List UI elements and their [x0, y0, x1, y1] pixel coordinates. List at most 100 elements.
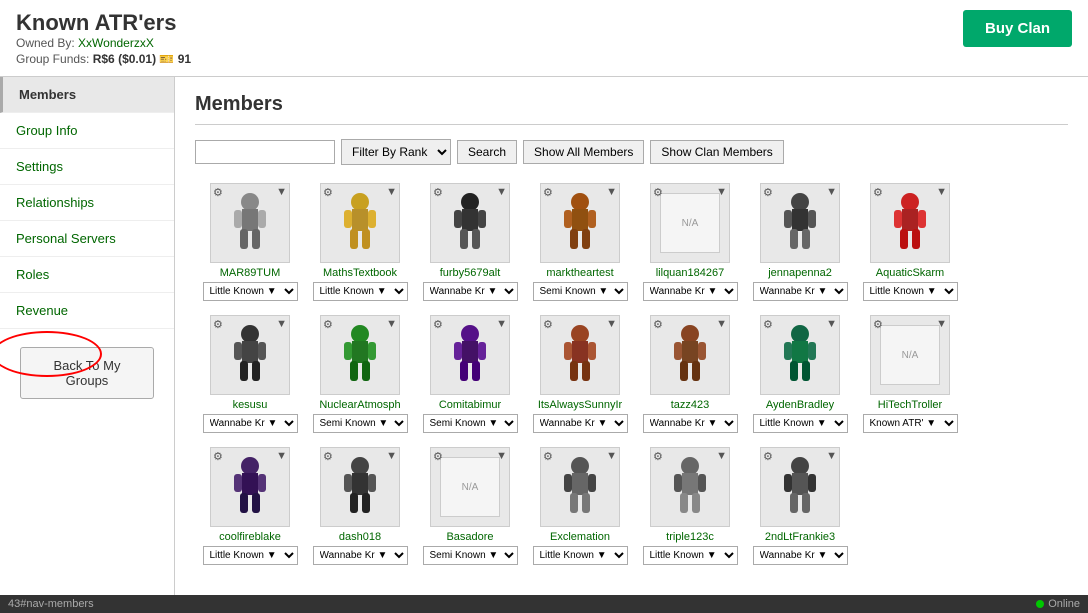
gear-icon[interactable]: ⚙ — [213, 450, 223, 463]
sidebar-item-relationships[interactable]: Relationships — [0, 185, 174, 221]
arrow-icon[interactable]: ▼ — [386, 318, 397, 330]
gear-icon[interactable]: ⚙ — [543, 186, 553, 199]
gear-icon[interactable]: ⚙ — [873, 318, 883, 331]
member-rank-select[interactable]: Little Known ▼ Wannabe Kr ▼ Semi Known ▼… — [753, 414, 848, 433]
member-name[interactable]: triple123c — [666, 531, 714, 543]
member-rank-select[interactable]: Little Known ▼ Wannabe Kr ▼ Semi Known ▼… — [423, 546, 518, 565]
gear-icon[interactable]: ⚙ — [873, 186, 883, 199]
member-name[interactable]: marktheartest — [546, 267, 613, 279]
gear-icon[interactable]: ⚙ — [323, 450, 333, 463]
member-rank-select[interactable]: Little Known ▼ Wannabe Kr ▼ Semi Known ▼… — [533, 546, 628, 565]
buy-clan-button[interactable]: Buy Clan — [963, 10, 1072, 47]
gear-icon[interactable]: ⚙ — [433, 186, 443, 199]
member-name[interactable]: lilquan184267 — [656, 267, 725, 279]
arrow-icon[interactable]: ▼ — [386, 450, 397, 462]
arrow-icon[interactable]: ▼ — [826, 318, 837, 330]
member-name[interactable]: MAR89TUM — [220, 267, 281, 279]
member-card: ⚙ ▼ ItsAlwaysSunnyIr Little Known ▼ Wann… — [525, 315, 635, 433]
arrow-icon[interactable]: ▼ — [716, 450, 727, 462]
avatar — [330, 188, 390, 258]
member-rank-select[interactable]: Little Known ▼ Wannabe Kr ▼ Semi Known ▼… — [863, 282, 958, 301]
member-name[interactable]: Comitabimur — [439, 399, 501, 411]
gear-icon[interactable]: ⚙ — [543, 450, 553, 463]
sidebar-item-roles[interactable]: Roles — [0, 257, 174, 293]
member-rank-select[interactable]: Little Known ▼ Wannabe Kr ▼ Semi Known ▼… — [533, 414, 628, 433]
arrow-icon[interactable]: ▼ — [826, 450, 837, 462]
gear-icon[interactable]: ⚙ — [653, 318, 663, 331]
gear-icon[interactable]: ⚙ — [323, 186, 333, 199]
arrow-icon[interactable]: ▼ — [826, 186, 837, 198]
member-name[interactable]: MathsTextbook — [323, 267, 397, 279]
member-rank-select[interactable]: Little Known ▼ Wannabe Kr ▼ Semi Known ▼… — [753, 546, 848, 565]
sidebar-item-group-info[interactable]: Group Info — [0, 113, 174, 149]
member-name[interactable]: Exclemation — [550, 531, 610, 543]
gear-icon[interactable]: ⚙ — [653, 186, 663, 199]
show-clan-members-button[interactable]: Show Clan Members — [650, 140, 783, 164]
gear-icon[interactable]: ⚙ — [763, 450, 773, 463]
gear-icon[interactable]: ⚙ — [763, 186, 773, 199]
member-name[interactable]: 2ndLtFrankie3 — [765, 531, 835, 543]
arrow-icon[interactable]: ▼ — [936, 318, 947, 330]
arrow-icon[interactable]: ▼ — [496, 318, 507, 330]
avatar-box: ⚙ ▼ — [540, 315, 620, 395]
member-name[interactable]: coolfireblake — [219, 531, 281, 543]
member-name[interactable]: Basadore — [446, 531, 493, 543]
arrow-icon[interactable]: ▼ — [716, 186, 727, 198]
member-rank-select[interactable]: Little Known ▼ Wannabe Kr ▼ Semi Known ▼… — [863, 414, 958, 433]
avatar — [550, 320, 610, 390]
member-rank-select[interactable]: Little Known ▼ Wannabe Kr ▼ Semi Known ▼… — [423, 282, 518, 301]
arrow-icon[interactable]: ▼ — [276, 186, 287, 198]
member-rank-select[interactable]: Little Known ▼ Wannabe Kr ▼ Semi Known ▼… — [643, 282, 738, 301]
arrow-icon[interactable]: ▼ — [606, 450, 617, 462]
member-rank-select[interactable]: Little Known ▼ Wannabe Kr ▼ Semi Known ▼… — [753, 282, 848, 301]
member-rank-select[interactable]: Little Known ▼ Wannabe Kr ▼ Semi Known ▼… — [643, 546, 738, 565]
member-name[interactable]: NuclearAtmosph — [319, 399, 400, 411]
member-name[interactable]: dash018 — [339, 531, 381, 543]
member-name[interactable]: tazz423 — [671, 399, 710, 411]
gear-icon[interactable]: ⚙ — [433, 450, 443, 463]
gear-icon[interactable]: ⚙ — [543, 318, 553, 331]
gear-icon[interactable]: ⚙ — [433, 318, 443, 331]
arrow-icon[interactable]: ▼ — [606, 318, 617, 330]
member-name[interactable]: AydenBradley — [766, 399, 834, 411]
rank-filter-select[interactable]: Filter By Rank Little Known Wannabe Kr S… — [341, 139, 451, 165]
member-rank-select[interactable]: Little Known ▼ Wannabe Kr ▼ Semi Known ▼… — [313, 546, 408, 565]
back-to-groups-button[interactable]: Back To My Groups — [20, 347, 154, 399]
sidebar-item-settings[interactable]: Settings — [0, 149, 174, 185]
gear-icon[interactable]: ⚙ — [763, 318, 773, 331]
member-name[interactable]: ItsAlwaysSunnyIr — [538, 399, 622, 411]
arrow-icon[interactable]: ▼ — [496, 450, 507, 462]
member-rank-select[interactable]: Little Known ▼ Wannabe Kr ▼ Semi Known ▼… — [643, 414, 738, 433]
member-rank-select[interactable]: Little Known ▼ Wannabe Kr ▼ Semi Known ▼… — [533, 282, 628, 301]
gear-icon[interactable]: ⚙ — [323, 318, 333, 331]
member-rank-select[interactable]: Little Known ▼ Wannabe Kr ▼ Semi Known ▼… — [313, 282, 408, 301]
member-rank-select[interactable]: Little Known ▼ Wannabe Kr ▼ Semi Known ▼… — [203, 546, 298, 565]
arrow-icon[interactable]: ▼ — [386, 186, 397, 198]
member-name[interactable]: HiTechTroller — [878, 399, 942, 411]
gear-icon[interactable]: ⚙ — [213, 318, 223, 331]
search-button[interactable]: Search — [457, 140, 517, 164]
search-input[interactable] — [195, 140, 335, 164]
gear-icon[interactable]: ⚙ — [213, 186, 223, 199]
owner-link[interactable]: XxWonderzxX — [78, 36, 154, 50]
member-name[interactable]: AquaticSkarm — [876, 267, 944, 279]
arrow-icon[interactable]: ▼ — [276, 450, 287, 462]
arrow-icon[interactable]: ▼ — [606, 186, 617, 198]
gear-icon[interactable]: ⚙ — [653, 450, 663, 463]
sidebar-item-revenue[interactable]: Revenue — [0, 293, 174, 329]
member-name[interactable]: jennapenna2 — [768, 267, 832, 279]
sidebar-item-personal-servers[interactable]: Personal Servers — [0, 221, 174, 257]
member-rank-select[interactable]: Little Known ▼ Wannabe Kr ▼ Semi Known ▼… — [423, 414, 518, 433]
member-rank-select[interactable]: Little Known ▼ Wannabe Kr ▼ Semi Known ▼… — [203, 414, 298, 433]
member-name[interactable]: kesusu — [233, 399, 268, 411]
arrow-icon[interactable]: ▼ — [716, 318, 727, 330]
arrow-icon[interactable]: ▼ — [936, 186, 947, 198]
avatar-box: ⚙ ▼ N/A — [430, 447, 510, 527]
arrow-icon[interactable]: ▼ — [496, 186, 507, 198]
show-all-members-button[interactable]: Show All Members — [523, 140, 644, 164]
sidebar-item-members[interactable]: Members — [0, 77, 174, 113]
arrow-icon[interactable]: ▼ — [276, 318, 287, 330]
member-rank-select[interactable]: Little Known ▼ Wannabe Kr ▼ Semi Known ▼… — [313, 414, 408, 433]
member-name[interactable]: furby5679alt — [440, 267, 501, 279]
member-rank-select[interactable]: Little Known ▼ Wannabe Kr ▼ Semi Known ▼… — [203, 282, 298, 301]
